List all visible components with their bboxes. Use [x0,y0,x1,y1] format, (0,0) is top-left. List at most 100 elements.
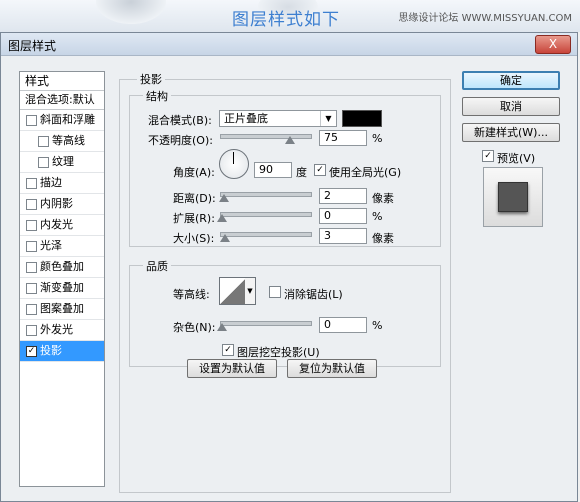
style-item[interactable]: 内发光 [20,215,104,236]
style-item[interactable]: 纹理 [20,152,104,173]
global-light-label: 使用全局光(G) [329,166,402,179]
style-item-checkbox[interactable] [38,157,49,168]
banner-site-watermark: 思缘设计论坛 WWW.MISSYUAN.COM [398,13,572,24]
blend-mode-select[interactable]: 正片叠底 ▼ [219,110,337,127]
distance-unit: 像素 [372,192,394,205]
spread-label: 扩展(R): [173,212,215,225]
cancel-button[interactable]: 取消 [462,97,560,116]
style-item-checkbox[interactable] [26,283,37,294]
styles-list: 样式 混合选项:默认 斜面和浮雕等高线纹理描边 内阴影 内发光光泽颜色叠加渐变叠加图… [19,71,105,487]
style-preview-swatch [498,182,528,212]
style-item-checkbox[interactable]: ✓ [26,346,37,357]
angle-input[interactable]: 90 [254,162,292,178]
dialog-title: 图层样式 [8,39,57,53]
size-input[interactable]: 3 [319,228,367,244]
opacity-input[interactable]: 75 [319,130,367,146]
spread-unit: % [372,210,383,223]
angle-dial-indicator [233,152,234,164]
knockout-checkbox[interactable]: ✓ [222,344,234,356]
spread-slider-track[interactable] [220,212,312,217]
style-item-label: 光泽 [40,239,62,252]
style-item-checkbox[interactable] [26,199,37,210]
contour-dropdown-button[interactable]: ▼ [245,277,256,305]
opacity-slider-track[interactable] [220,134,312,139]
preview-checkbox[interactable]: ✓ [482,150,494,162]
size-slider-thumb[interactable] [219,234,230,242]
styles-header[interactable]: 样式 [20,72,104,91]
structure-title: 结构 [143,88,171,104]
angle-dial[interactable] [219,149,249,179]
size-unit: 像素 [372,232,394,245]
page-banner: 图层样式如下 思缘设计论坛 WWW.MISSYUAN.COM [0,0,580,32]
style-item-label: 纹理 [52,155,74,168]
style-item-checkbox[interactable] [26,115,37,126]
knockout-label: 图层挖空投影(U) [237,346,320,359]
antialias-checkbox[interactable] [269,286,281,298]
style-item[interactable]: 光泽 [20,236,104,257]
style-item-checkbox[interactable] [26,325,37,336]
style-item[interactable]: 斜面和浮雕 [20,110,104,131]
style-preview-box [483,167,543,227]
spread-slider-thumb[interactable] [217,214,227,222]
drop-shadow-title: 投影 [137,71,165,87]
style-item[interactable]: 外发光 [20,320,104,341]
opacity-slider-thumb[interactable] [284,136,295,144]
noise-slider-thumb[interactable] [217,323,227,331]
global-light-checkbox[interactable]: ✓ [314,164,326,176]
knockout-check-icon: ✓ [224,345,232,355]
ok-button[interactable]: 确定 [462,71,560,90]
opacity-unit: % [372,132,383,145]
style-item[interactable]: 图案叠加 [20,299,104,320]
style-item[interactable]: 颜色叠加 [20,257,104,278]
make-default-button[interactable]: 设置为默认值 [187,359,277,378]
style-item-checkbox[interactable] [26,304,37,315]
style-item[interactable]: 内阴影 [20,194,104,215]
style-item-label: 颜色叠加 [40,260,84,273]
angle-label: 角度(A): [173,166,215,179]
size-label: 大小(S): [173,232,215,245]
reset-default-button[interactable]: 复位为默认值 [287,359,377,378]
opacity-label: 不透明度(O): [148,134,213,147]
style-item-checkbox[interactable] [38,136,49,147]
style-item[interactable]: 描边 [20,173,104,194]
close-button[interactable]: X [535,35,571,54]
style-item-label: 图案叠加 [40,302,84,315]
angle-unit: 度 [296,166,307,179]
style-item-label: 外发光 [40,323,73,336]
noise-slider-track[interactable] [220,321,312,326]
blend-mode-value: 正片叠底 [224,112,268,125]
style-item-label: 渐变叠加 [40,281,84,294]
chevron-down-icon: ▼ [247,287,253,295]
style-item-checkbox[interactable] [26,262,37,273]
quality-title: 品质 [143,258,171,274]
distance-slider-thumb[interactable] [218,194,229,202]
style-item-label: 投影 [40,344,62,357]
preview-check-icon: ✓ [484,151,492,161]
contour-preview[interactable] [219,277,247,305]
noise-unit: % [372,319,383,332]
style-item-label: 斜面和浮雕 [40,113,95,126]
noise-input[interactable]: 0 [319,317,367,333]
style-item-checkbox[interactable] [26,241,37,252]
style-item-label: 等高线 [52,134,85,147]
distance-label: 距离(D): [173,192,216,205]
blend-options-item[interactable]: 混合选项:默认 [20,91,104,110]
style-item[interactable]: ✓ 投影 [20,341,104,362]
distance-slider-track[interactable] [220,192,312,197]
noise-label: 杂色(N): [173,321,216,334]
style-item[interactable]: 等高线 [20,131,104,152]
style-item-checkbox[interactable] [26,220,37,231]
style-item-checkbox[interactable] [26,178,37,189]
spread-input[interactable]: 0 [319,208,367,224]
size-slider-track[interactable] [220,232,312,237]
global-light-check-icon: ✓ [316,165,324,175]
dialog-titlebar[interactable]: 图层样式 X [1,33,577,56]
shadow-color-swatch[interactable] [342,110,382,127]
blend-mode-label: 混合模式(B): [148,114,212,127]
banner-title: 图层样式如下 [232,10,340,30]
banner-decoration [96,0,166,24]
new-style-button[interactable]: 新建样式(W)... [462,123,560,142]
style-item[interactable]: 渐变叠加 [20,278,104,299]
layer-style-dialog: 图层样式 X 样式 混合选项:默认 斜面和浮雕等高线纹理描边 内阴影 内发光光泽颜色… [0,32,578,502]
distance-input[interactable]: 2 [319,188,367,204]
